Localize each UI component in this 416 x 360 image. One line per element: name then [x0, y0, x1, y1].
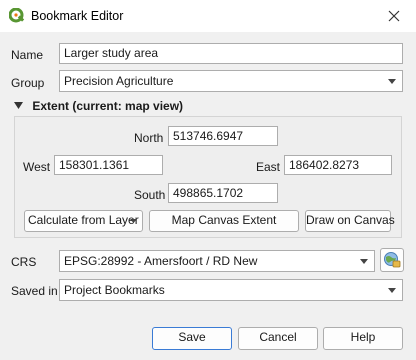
- chevron-down-icon: [130, 219, 137, 223]
- extent-section-header[interactable]: Extent (current: map view): [14, 99, 183, 113]
- group-label: Group: [11, 76, 45, 90]
- crs-value: EPSG:28992 - Amersfoort / RD New: [64, 254, 258, 268]
- east-field[interactable]: 186402.8273: [284, 155, 392, 175]
- help-button[interactable]: Help: [323, 327, 403, 350]
- north-field[interactable]: 513746.6947: [168, 126, 278, 146]
- window-title: Bookmark Editor: [31, 9, 124, 23]
- crs-label: CRS: [11, 255, 37, 269]
- east-label: East: [256, 160, 281, 174]
- name-label: Name: [11, 48, 44, 62]
- crs-globe-icon: [384, 252, 401, 268]
- cancel-button[interactable]: Cancel: [238, 327, 318, 350]
- group-combobox[interactable]: Precision Agriculture: [59, 70, 403, 92]
- name-field[interactable]: Larger study area: [59, 43, 403, 64]
- saved-in-value: Project Bookmarks: [64, 283, 165, 297]
- saved-in-combobox[interactable]: Project Bookmarks: [59, 279, 403, 301]
- group-value: Precision Agriculture: [64, 74, 174, 88]
- qgis-logo-icon: [9, 8, 25, 23]
- west-label: West: [23, 160, 51, 174]
- crs-selector-button[interactable]: [380, 248, 404, 272]
- north-label: North: [134, 131, 164, 145]
- crs-combobox[interactable]: EPSG:28992 - Amersfoort / RD New: [59, 250, 375, 272]
- map-canvas-extent-button[interactable]: Map Canvas Extent: [149, 210, 299, 232]
- close-button[interactable]: [372, 0, 416, 32]
- calculate-from-layer-button[interactable]: Calculate from Layer: [24, 210, 143, 232]
- title-bar: Bookmark Editor: [0, 0, 416, 32]
- save-button[interactable]: Save: [152, 327, 232, 350]
- chevron-down-icon: [360, 259, 368, 264]
- saved-in-label: Saved in: [11, 284, 58, 298]
- draw-on-canvas-button[interactable]: Draw on Canvas: [305, 210, 395, 232]
- south-label: South: [134, 188, 166, 202]
- chevron-down-icon: [388, 79, 396, 84]
- west-field[interactable]: 158301.1361: [54, 155, 163, 175]
- collapse-triangle-icon: [14, 102, 23, 109]
- extent-header-label: Extent (current: map view): [32, 99, 184, 113]
- chevron-down-icon: [388, 288, 396, 293]
- south-field[interactable]: 498865.1702: [168, 183, 278, 203]
- calculate-from-layer-label: Calculate from Layer: [28, 213, 139, 227]
- close-icon: [388, 10, 400, 22]
